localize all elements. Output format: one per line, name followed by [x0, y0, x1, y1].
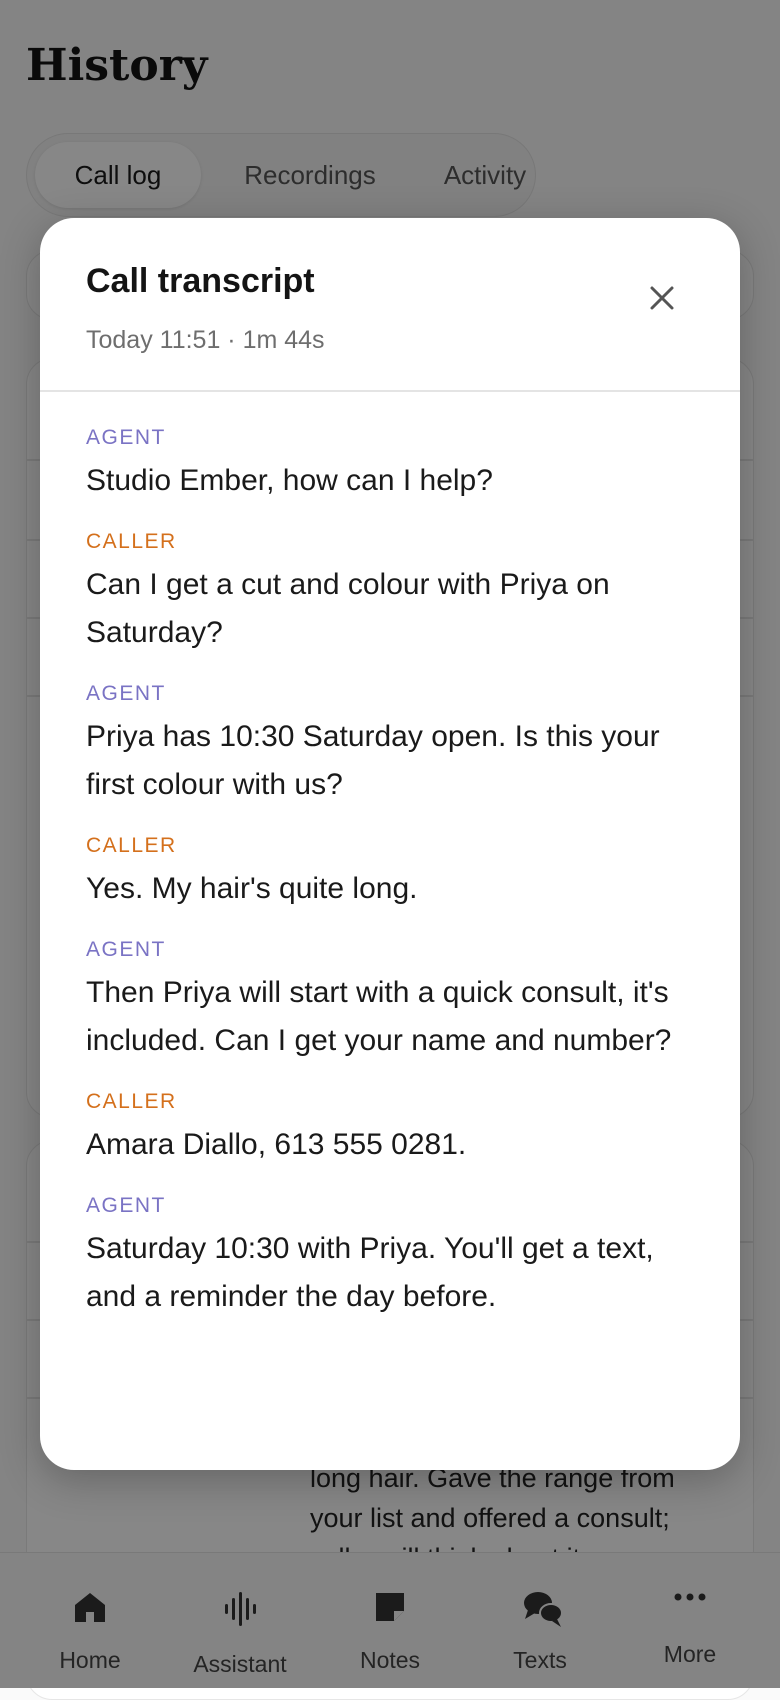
- speaker-label: AGENT: [86, 426, 166, 449]
- transcript-turn: CALLER Amara Diallo, 613 555 0281.: [86, 1087, 706, 1169]
- speaker-label: CALLER: [86, 530, 177, 553]
- close-button[interactable]: [632, 268, 692, 328]
- transcript-turn: AGENT Priya has 10:30 Saturday open. Is …: [86, 679, 706, 809]
- speaker-label: CALLER: [86, 834, 177, 857]
- utterance-text: Priya has 10:30 Saturday open. Is this y…: [86, 720, 660, 801]
- transcript-list: AGENT Studio Ember, how can I help? CALL…: [86, 423, 706, 1343]
- transcript-turn: AGENT Saturday 10:30 with Priya. You'll …: [86, 1191, 706, 1321]
- call-meta: Today 11:51 · 1m 44s: [86, 326, 325, 354]
- transcript-turn: CALLER Yes. My hair's quite long.: [86, 831, 706, 913]
- modal-divider: [40, 390, 740, 392]
- speaker-label: CALLER: [86, 1090, 177, 1113]
- speaker-label: AGENT: [86, 1194, 166, 1217]
- utterance-text: Amara Diallo, 613 555 0281.: [86, 1128, 467, 1161]
- utterance-text: Then Priya will start with a quick consu…: [86, 976, 672, 1057]
- speaker-label: AGENT: [86, 682, 166, 705]
- utterance-text: Saturday 10:30 with Priya. You'll get a …: [86, 1232, 654, 1313]
- transcript-turn: AGENT Studio Ember, how can I help?: [86, 423, 706, 505]
- close-icon: [650, 286, 674, 310]
- transcript-turn: CALLER Can I get a cut and colour with P…: [86, 527, 706, 657]
- transcript-modal: Call transcript Today 11:51 · 1m 44s AGE…: [40, 218, 740, 1470]
- speaker-label: AGENT: [86, 938, 166, 961]
- utterance-text: Yes. My hair's quite long.: [86, 872, 418, 905]
- modal-title: Call transcript: [86, 262, 315, 300]
- utterance-text: Studio Ember, how can I help?: [86, 464, 493, 497]
- utterance-text: Can I get a cut and colour with Priya on…: [86, 568, 610, 649]
- transcript-turn: AGENT Then Priya will start with a quick…: [86, 935, 706, 1065]
